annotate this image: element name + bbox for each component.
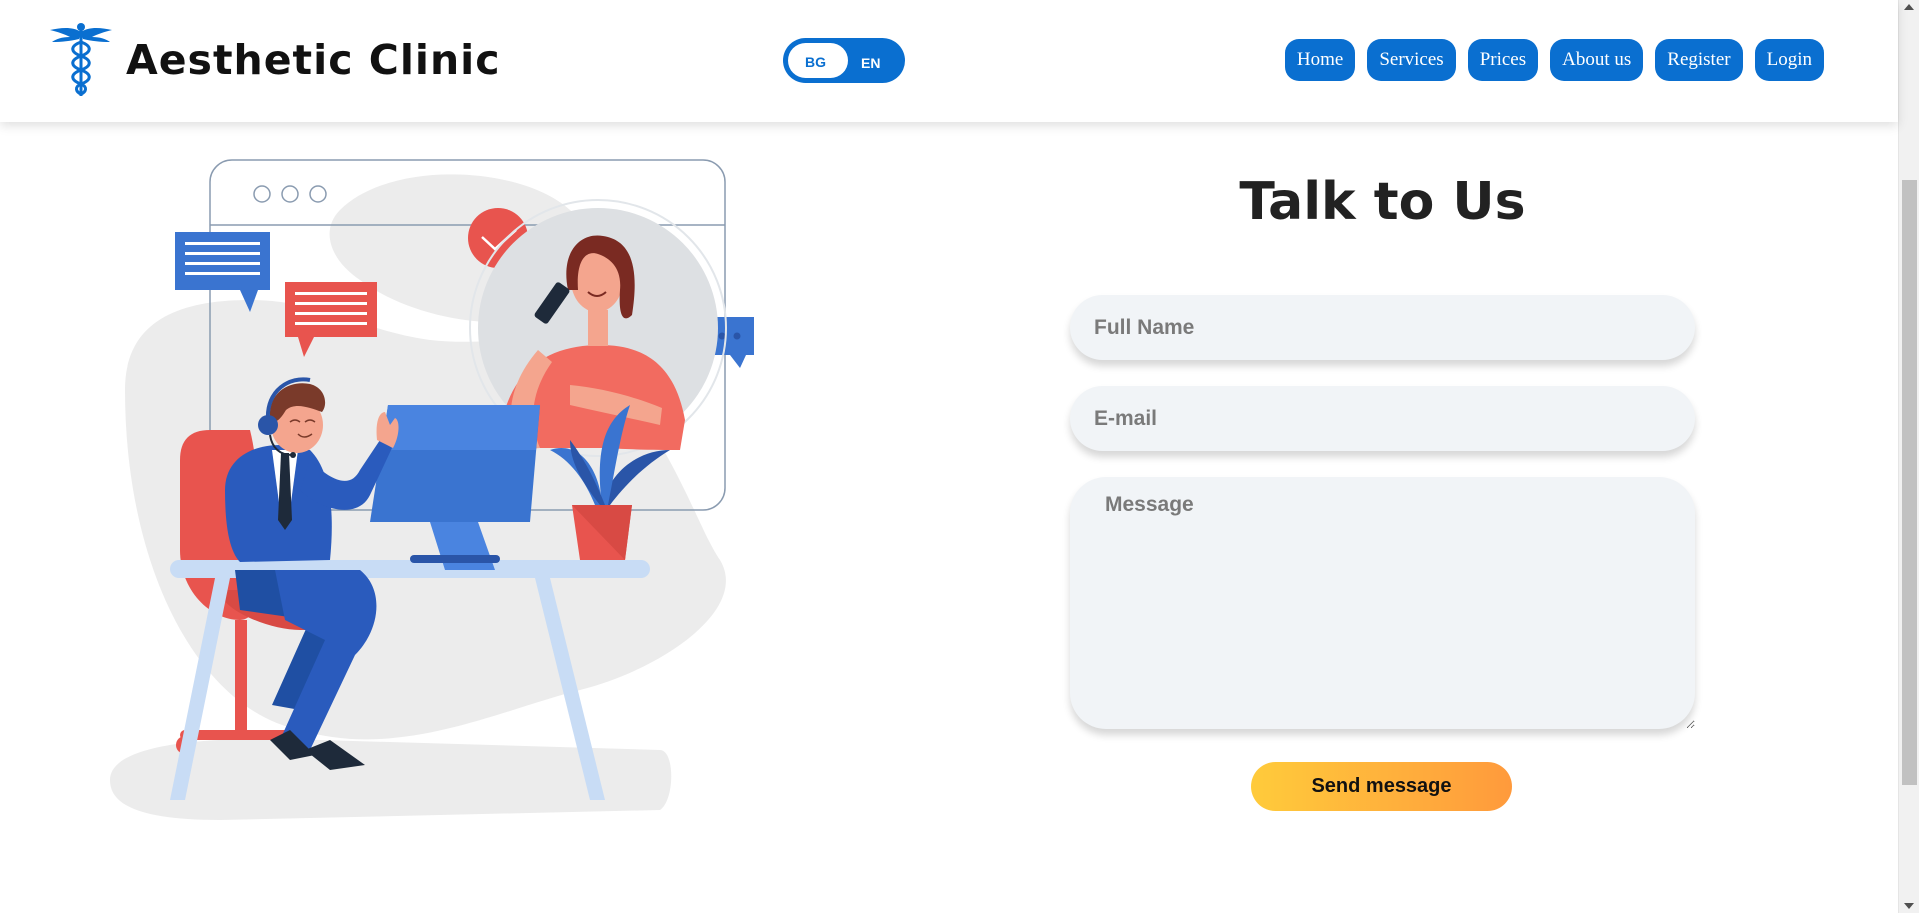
logo[interactable]: Aesthetic Clinic [48, 22, 501, 98]
email-input[interactable] [1070, 386, 1695, 451]
nav-prices[interactable]: Prices [1467, 39, 1539, 81]
scroll-down-arrow-icon[interactable] [1904, 903, 1914, 909]
send-message-button[interactable]: Send message [1251, 762, 1512, 811]
nav-home[interactable]: Home [1284, 39, 1356, 81]
nav-services[interactable]: Services [1367, 39, 1456, 81]
language-option-bg[interactable]: BG [805, 54, 826, 70]
brand-name: Aesthetic Clinic [126, 36, 501, 84]
language-option-en[interactable]: EN [861, 55, 880, 71]
nav-login[interactable]: Login [1754, 39, 1824, 81]
window-dot-icon [253, 185, 271, 203]
chat-bubble-blue-icon [175, 232, 270, 312]
caduceus-icon [50, 23, 112, 96]
message-textarea[interactable] [1070, 477, 1695, 729]
site-header: Aesthetic Clinic BG EN Home Services Pri… [0, 0, 1898, 122]
window-dot-icon [309, 185, 327, 203]
scrollbar-thumb[interactable] [1902, 180, 1917, 785]
language-toggle[interactable]: BG EN [783, 38, 905, 83]
nav-about-us[interactable]: About us [1550, 39, 1644, 81]
main-nav: Home Services Prices About us Register L… [1284, 39, 1824, 81]
scroll-up-arrow-icon[interactable] [1904, 4, 1914, 10]
window-dot-icon [281, 185, 299, 203]
nav-register[interactable]: Register [1655, 39, 1743, 81]
page-scrollbar[interactable] [1898, 0, 1919, 913]
customer-support-illustration [110, 159, 754, 820]
contact-form-title: Talk to Us [1239, 172, 1526, 232]
full-name-input[interactable] [1070, 295, 1695, 360]
